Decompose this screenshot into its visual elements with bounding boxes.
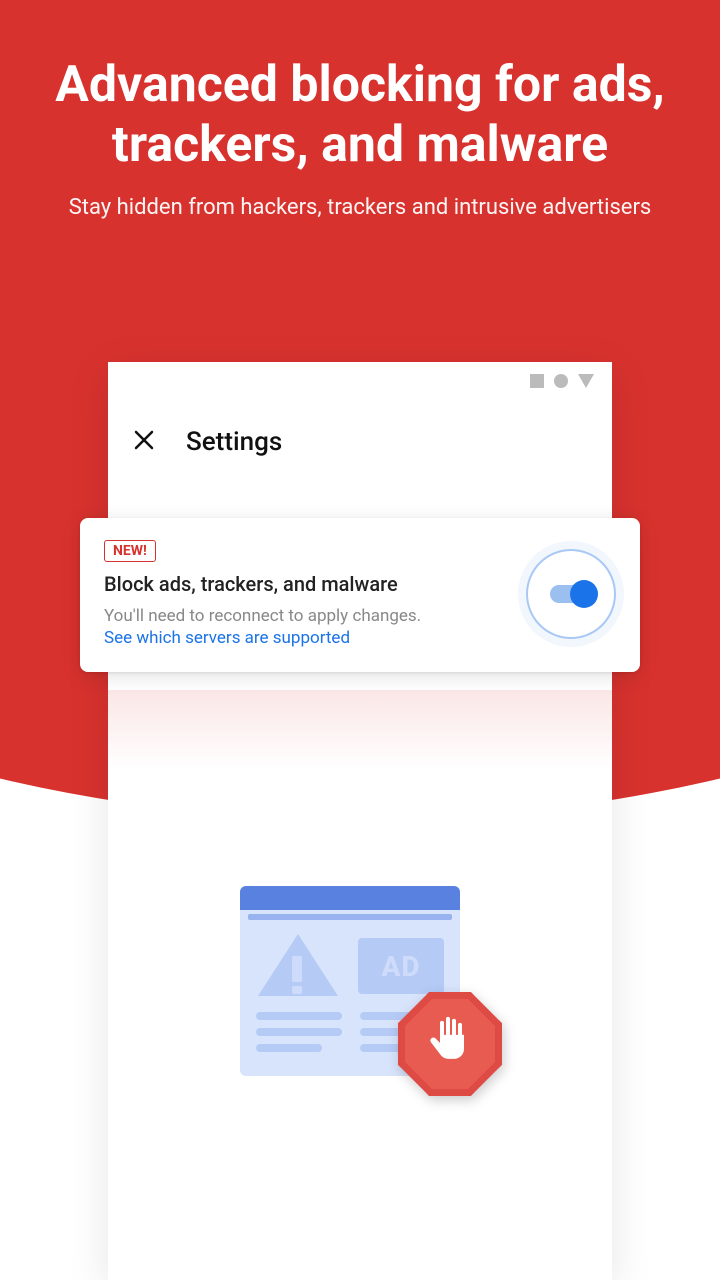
status-bar [530, 374, 594, 388]
toggle-highlight-ring [526, 549, 616, 639]
new-badge: NEW! [104, 540, 156, 562]
supported-servers-link[interactable]: See which servers are supported [104, 628, 510, 648]
status-square-icon [530, 374, 544, 388]
feature-card: NEW! Block ads, trackers, and malware Yo… [80, 518, 640, 672]
ad-box-icon: AD [358, 938, 444, 994]
text-line-icon [256, 1028, 342, 1036]
hero-section: Advanced blocking for ads, trackers, and… [0, 0, 720, 224]
block-toggle[interactable] [550, 585, 592, 603]
text-line-icon [256, 1012, 342, 1020]
toggle-knob [570, 580, 598, 608]
card-description: You'll need to reconnect to apply change… [104, 606, 510, 626]
browser-titlebar-icon [240, 886, 460, 910]
card-content: NEW! Block ads, trackers, and malware Yo… [104, 540, 510, 648]
status-triangle-icon [578, 374, 594, 388]
card-glow [108, 690, 612, 770]
text-line-icon [256, 1044, 322, 1052]
stop-sign-icon [398, 992, 502, 1096]
warning-exclaim-icon [292, 956, 302, 982]
phone-mockup: Settings [108, 362, 612, 1280]
card-title: Block ads, trackers, and malware [104, 572, 510, 596]
hero-subtitle: Stay hidden from hackers, trackers and i… [30, 193, 690, 224]
adblock-illustration: AD [230, 886, 490, 1106]
phone-header: Settings [108, 407, 612, 477]
status-circle-icon [554, 374, 568, 388]
hero-title: Advanced blocking for ads, trackers, and… [30, 55, 690, 175]
close-icon[interactable] [132, 426, 156, 459]
page-title: Settings [186, 427, 282, 457]
hand-icon [426, 1015, 474, 1071]
